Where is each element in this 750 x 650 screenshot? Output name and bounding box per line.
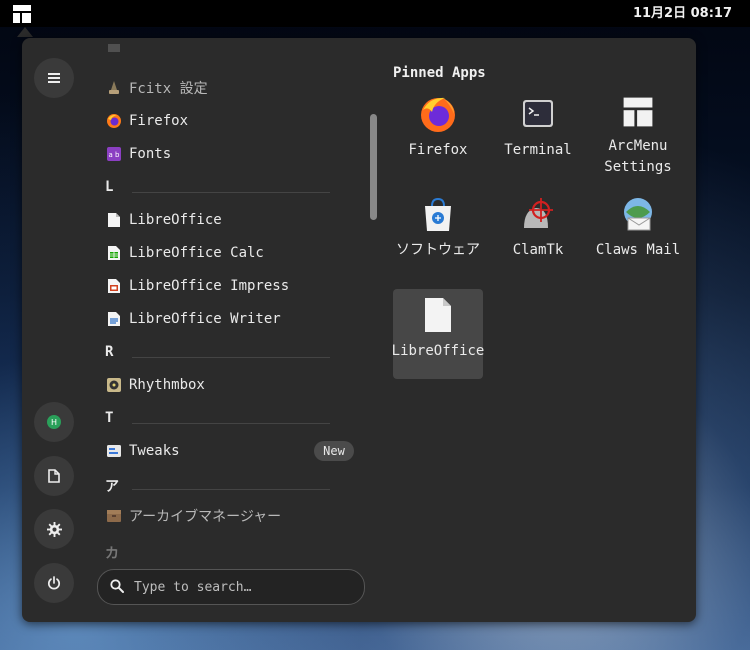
app-label: Fonts	[129, 146, 172, 162]
pinned-apps-title: Pinned Apps	[393, 65, 486, 81]
terminal-icon	[523, 100, 553, 127]
app-list[interactable]: Fcitx 設定 Firefox a b Fonts L LibreOffice	[102, 44, 362, 562]
activities-button[interactable]	[4, 2, 40, 25]
categories-menu-button[interactable]	[34, 58, 74, 98]
firefox-icon	[421, 97, 455, 132]
app-item-libreoffice-writer[interactable]: LibreOffice Writer	[102, 305, 362, 333]
pinned-terminal[interactable]: Terminal	[493, 88, 583, 178]
section-letter-ka-katakana: カ	[105, 546, 119, 562]
divider	[132, 192, 330, 193]
tile-label: ArcMenu Settings	[604, 138, 672, 175]
app-label: LibreOffice Impress	[129, 278, 290, 294]
app-item-rhythmbox[interactable]: Rhythmbox	[102, 371, 362, 399]
archive-manager-icon	[106, 508, 122, 524]
divider	[132, 357, 330, 358]
tile-label: Claws Mail	[595, 242, 681, 258]
new-badge: New	[314, 441, 354, 461]
tile-label: Firefox	[408, 142, 468, 158]
app-item-fonts[interactable]: a b Fonts	[102, 140, 362, 168]
tile-label: ClamTk	[512, 242, 564, 258]
software-icon	[425, 197, 451, 231]
app-list-scrollbar[interactable]	[370, 114, 377, 220]
power-button[interactable]	[34, 563, 74, 603]
firefox-icon	[106, 113, 122, 129]
libreoffice-icon	[425, 298, 451, 332]
libreoffice-writer-icon	[106, 311, 122, 327]
top-bar: 11月2日 08:17	[0, 0, 750, 27]
fonts-icon: a b	[106, 146, 122, 162]
app-label: Rhythmbox	[129, 377, 205, 393]
search-box[interactable]	[97, 569, 365, 605]
pinned-firefox[interactable]: Firefox	[393, 88, 483, 178]
app-label: Firefox	[129, 113, 189, 129]
libreoffice-icon	[106, 212, 122, 228]
pinned-libreoffice[interactable]: LibreOffice	[391, 289, 485, 379]
divider	[132, 423, 330, 424]
search-input[interactable]	[132, 578, 346, 596]
app-label: アーカイブマネージャー	[129, 509, 282, 525]
list-item[interactable]	[102, 44, 362, 60]
user-button[interactable]: H	[34, 402, 74, 442]
app-item-fcitx[interactable]: Fcitx 設定	[102, 74, 362, 102]
settings-button[interactable]	[34, 509, 74, 549]
avatar-initial: H	[51, 418, 57, 427]
power-icon	[47, 576, 61, 590]
arc-menu: H Fcitx 設定 Firefox a b Fonts L LibreOffi…	[22, 38, 696, 622]
section-letter-r: R	[105, 344, 114, 360]
app-item-libreoffice-impress[interactable]: LibreOffice Impress	[102, 272, 362, 300]
pinned-arcmenu-settings[interactable]: ArcMenu Settings	[593, 88, 683, 178]
app-label: Tweaks	[129, 443, 180, 459]
app-item-archive-manager[interactable]: アーカイブマネージャー	[102, 502, 362, 530]
clamtk-icon	[524, 198, 553, 228]
libreoffice-impress-icon	[106, 278, 122, 294]
app-icon	[106, 44, 122, 54]
tweaks-icon	[106, 443, 122, 459]
app-label: Fcitx 設定	[129, 81, 208, 97]
fcitx-icon	[106, 80, 122, 96]
section-letter-t: T	[105, 410, 114, 426]
pinned-claws-mail[interactable]: Claws Mail	[593, 188, 683, 278]
app-item-libreoffice-calc[interactable]: LibreOffice Calc	[102, 239, 362, 267]
app-item-firefox[interactable]: Firefox	[102, 107, 362, 135]
clock[interactable]: 11月2日 08:17	[633, 0, 732, 27]
app-item-libreoffice[interactable]: LibreOffice	[102, 206, 362, 234]
menu-arrow	[17, 27, 33, 37]
claws-mail-icon	[624, 198, 652, 231]
section-letter-a-katakana: ア	[105, 479, 119, 495]
svg-text:a b: a b	[109, 151, 121, 159]
arcmenu-settings-icon	[623, 97, 653, 127]
libreoffice-calc-icon	[106, 245, 122, 261]
divider	[132, 489, 330, 490]
document-icon	[48, 469, 60, 483]
arcmenu-icon	[13, 4, 31, 23]
hamburger-icon	[48, 73, 60, 83]
pinned-software[interactable]: ソフトウェア	[393, 188, 483, 278]
tile-label: Terminal	[504, 142, 572, 158]
tile-label: LibreOffice	[391, 343, 485, 359]
tile-label: ソフトウェア	[396, 242, 480, 258]
documents-button[interactable]	[34, 456, 74, 496]
app-label: LibreOffice	[129, 212, 222, 228]
pinned-clamtk[interactable]: ClamTk	[493, 188, 583, 278]
search-icon	[110, 578, 124, 597]
app-label: LibreOffice Calc	[129, 245, 264, 261]
app-label: LibreOffice Writer	[129, 311, 281, 327]
rhythmbox-icon	[106, 377, 122, 393]
avatar: H	[47, 415, 61, 429]
section-letter-l: L	[105, 179, 114, 195]
gear-icon	[46, 521, 62, 537]
